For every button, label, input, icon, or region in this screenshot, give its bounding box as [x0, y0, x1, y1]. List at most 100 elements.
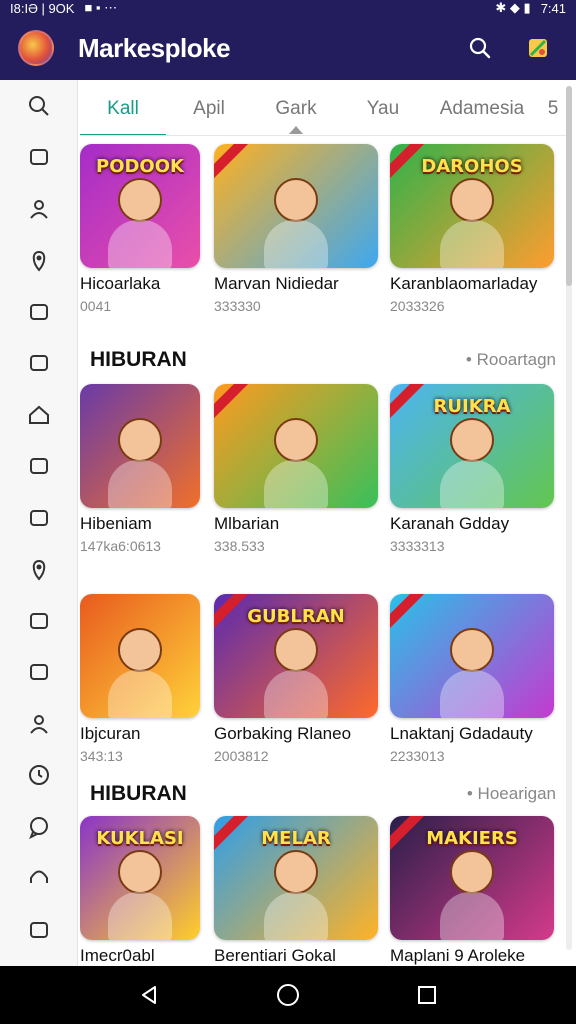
app-grid: HIBURAN • Rooartagn HIBURAN • Hoearigan …: [80, 136, 564, 966]
chat-icon: [28, 816, 48, 839]
app-card[interactable]: MAKIERS Maplani 9 Aroleke: [390, 816, 560, 966]
character-body-icon: [108, 892, 172, 940]
tab-yau[interactable]: Yau: [340, 82, 426, 135]
app-card[interactable]: MELAR Berentiari Gokal: [214, 816, 384, 966]
sidebar-item[interactable]: [0, 544, 77, 596]
character-body-icon: [108, 460, 172, 508]
caret-up-icon: [289, 125, 303, 134]
sidebar-item[interactable]: [0, 441, 77, 493]
tab-gark[interactable]: Gark: [252, 82, 340, 135]
app-thumbnail[interactable]: [214, 144, 378, 268]
sidebar-item[interactable]: [0, 183, 77, 235]
sidebar-item[interactable]: [0, 750, 77, 802]
sidebar-item[interactable]: [0, 595, 77, 647]
character-body-icon: [440, 670, 504, 718]
system-nav-bar: [0, 966, 576, 1024]
section-more-link[interactable]: • Hoearigan: [467, 784, 556, 804]
inbox-icon: [29, 921, 48, 938]
app-thumbnail[interactable]: MAKIERS: [390, 816, 554, 940]
section-title: HIBURAN: [90, 348, 187, 371]
shopping-icon: [29, 509, 48, 526]
back-icon: [142, 986, 157, 1004]
character-body-icon: [264, 892, 328, 940]
app-thumbnail[interactable]: DAROHOS: [390, 144, 554, 268]
back-button[interactable]: [129, 975, 169, 1015]
signal-icons: ✱ ◆ ▮: [495, 0, 531, 15]
app-title: Marvan Nidiedar: [214, 274, 339, 293]
character-body-icon: [264, 460, 328, 508]
sidebar-item[interactable]: [0, 132, 77, 184]
tab-adamesia[interactable]: Adamesia: [426, 82, 538, 135]
character-face-icon: [118, 418, 162, 462]
category-tabs: Kall Apil Gark Yau Adamesia 5: [80, 82, 568, 136]
tab-kall[interactable]: Kall: [80, 82, 166, 135]
section-header: HIBURAN • Rooartagn: [90, 348, 556, 372]
search-icon: [469, 37, 491, 59]
sidebar-item[interactable]: [0, 286, 77, 338]
status-bar: I8:IƏ | 9OK ■ ▪ ⋯ ✱ ◆ ▮ 7:41: [0, 0, 576, 16]
character-body-icon: [440, 460, 504, 508]
sidebar-item[interactable]: [0, 338, 77, 390]
app-card[interactable]: Marvan Nidiedar 333330: [214, 144, 384, 314]
character-face-icon: [450, 418, 494, 462]
app-thumbnail[interactable]: PODOOK: [80, 144, 200, 268]
app-thumbnail[interactable]: [80, 594, 200, 718]
app-card[interactable]: Mlbarian 338.533: [214, 384, 384, 554]
home-circle-icon: [276, 984, 299, 1006]
character-face-icon: [118, 850, 162, 894]
clock-icon: [28, 765, 49, 786]
thumbnail-logo-text: RUIKRA: [433, 396, 511, 417]
section-more-link[interactable]: • Rooartagn: [466, 350, 556, 370]
headset-icon: [29, 870, 48, 884]
tab-label: Adamesia: [439, 97, 525, 119]
thumbnail-logo-text: DAROHOS: [421, 156, 523, 177]
profile-button[interactable]: [518, 28, 558, 68]
sidebar-item[interactable]: [0, 235, 77, 287]
sidebar-item[interactable]: [0, 801, 77, 853]
app-card[interactable]: RUIKRA Karanah Gdday 3333313: [390, 384, 560, 554]
sidebar-item[interactable]: [0, 389, 77, 441]
tab-label: Yau: [366, 97, 400, 119]
app-subtitle: 338.533: [214, 538, 265, 554]
character-face-icon: [118, 628, 162, 672]
app-card[interactable]: DAROHOS Karanblaomarladay 2033326: [390, 144, 560, 314]
sidebar-item[interactable]: [0, 80, 77, 132]
app-thumbnail[interactable]: [214, 384, 378, 508]
recents-button[interactable]: [407, 975, 447, 1015]
tab-label: 5: [547, 97, 559, 119]
app-subtitle: 2033326: [390, 298, 445, 314]
person-icon: [29, 714, 48, 734]
app-card[interactable]: GUBLRAN Gorbaking Rlaneo 2003812: [214, 594, 384, 764]
sidebar-item[interactable]: [0, 492, 77, 544]
character-face-icon: [450, 850, 494, 894]
character-body-icon: [108, 670, 172, 718]
ribbon-badge: [214, 144, 252, 181]
sidebar-item[interactable]: [0, 698, 77, 750]
thumbnail-logo-text: KUKLASI: [96, 828, 184, 849]
character-body-icon: [264, 220, 328, 268]
app-thumbnail[interactable]: [80, 384, 200, 508]
app-thumbnail[interactable]: RUIKRA: [390, 384, 554, 508]
sidebar-item[interactable]: [0, 647, 77, 699]
sidebar-item[interactable]: [0, 853, 77, 905]
search-button[interactable]: [460, 28, 500, 68]
app-logo[interactable]: [18, 30, 54, 66]
tab-apil[interactable]: Apil: [166, 82, 252, 135]
scrollbar-thumb[interactable]: [566, 86, 572, 286]
app-thumbnail[interactable]: MELAR: [214, 816, 378, 940]
home-button[interactable]: [268, 975, 308, 1015]
character-body-icon: [440, 892, 504, 940]
sidebar-item[interactable]: [0, 904, 77, 956]
app-thumbnail[interactable]: GUBLRAN: [214, 594, 378, 718]
tab-label: Kall: [107, 97, 139, 119]
ribbon-badge: [214, 384, 252, 421]
app-thumbnail[interactable]: [390, 594, 554, 718]
tab-5[interactable]: 5: [538, 82, 568, 135]
app-title: Karanah Gdday: [390, 514, 510, 533]
character-face-icon: [274, 628, 318, 672]
character-face-icon: [274, 850, 318, 894]
folder-icon: [29, 149, 48, 166]
app-card[interactable]: Lnaktanj Gdadauty 2233013: [390, 594, 560, 764]
app-thumbnail[interactable]: KUKLASI: [80, 816, 200, 940]
library-icon: [29, 664, 48, 681]
